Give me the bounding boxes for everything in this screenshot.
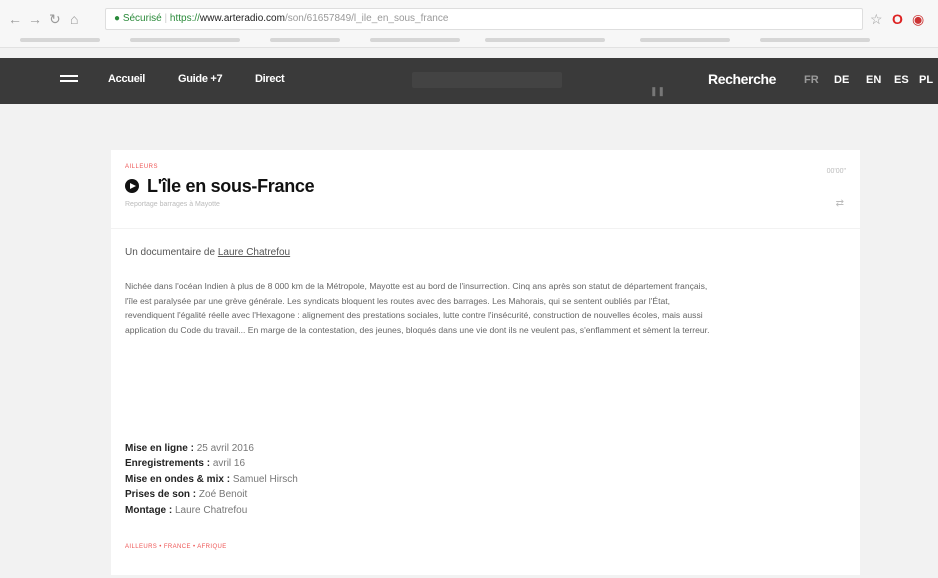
secure-label: Sécurisé <box>122 13 162 24</box>
home-icon[interactable]: ⌂ <box>70 11 78 27</box>
browser-toolbar: ← → ↻ ⌂ ● Sécurisé | https://www.arterad… <box>0 0 938 48</box>
reload-icon[interactable]: ↻ <box>49 11 61 27</box>
article-subtitle: Reportage barrages à Mayotte <box>125 201 220 208</box>
nav-link-direct[interactable]: Direct <box>255 73 285 85</box>
menu-icon[interactable] <box>60 75 78 87</box>
play-icon[interactable] <box>125 179 139 193</box>
bookmarks-bar <box>0 33 938 47</box>
article-header: AILLEURS L'île en sous-France Reportage … <box>111 150 860 228</box>
url-scheme: https:// <box>169 13 200 24</box>
url-host: www.arteradio.com <box>199 13 285 24</box>
extension-icon[interactable]: ◉ <box>912 11 924 27</box>
article-kicker[interactable]: AILLEURS <box>125 164 158 170</box>
lang-es[interactable]: ES <box>894 74 909 86</box>
article-title: L'île en sous-France <box>147 175 315 196</box>
nav-link-guide[interactable]: Guide +7 <box>178 73 223 85</box>
lang-en[interactable]: EN <box>866 74 881 86</box>
article-body: Un documentaire de Laure Chatrefou Niché… <box>111 229 860 575</box>
forward-arrow-icon[interactable]: → <box>28 11 42 27</box>
lang-pl[interactable]: PL <box>919 74 933 86</box>
address-bar[interactable]: ● Sécurisé | https://www.arteradio.com/s… <box>105 8 863 30</box>
credit-row: Enregistrements : avril 16 <box>125 458 246 470</box>
lang-fr[interactable]: FR <box>804 74 819 86</box>
url-path: /son/61657849/l_ile_en_sous_france <box>284 13 449 24</box>
credit-row: Montage : Laure Chatrefou <box>125 504 248 516</box>
title-row: L'île en sous-France <box>125 175 315 197</box>
lang-de[interactable]: DE <box>834 74 849 86</box>
site-nav: Accueil Guide +7 Direct ❚❚ Recherche FR … <box>0 58 938 104</box>
author-prefix: Un documentaire de <box>125 247 218 258</box>
author-line: Un documentaire de Laure Chatrefou <box>125 247 290 258</box>
article-tags[interactable]: AILLEURS • FRANCE • AFRIQUE <box>125 544 227 550</box>
share-icon[interactable]: ⇄ <box>836 198 844 209</box>
article-description: Nichée dans l'océan Indien à plus de 8 0… <box>125 281 710 336</box>
credit-row: Prises de son : Zoé Benoit <box>125 489 248 501</box>
author-link[interactable]: Laure Chatrefou <box>218 247 290 258</box>
search-link[interactable]: Recherche <box>708 71 776 87</box>
credit-row: Mise en ligne : 25 avril 2016 <box>125 443 254 454</box>
lock-icon: ● <box>114 13 121 24</box>
star-icon[interactable]: ☆ <box>870 11 883 27</box>
duration: 00'00" <box>826 168 846 175</box>
back-arrow-icon[interactable]: ← <box>8 11 22 27</box>
nav-link-accueil[interactable]: Accueil <box>108 73 145 85</box>
credits: Mise en ligne : 25 avril 2016 Enregistre… <box>125 441 298 518</box>
credit-row: Mise en ondes & mix : Samuel Hirsch <box>125 473 298 485</box>
opera-icon[interactable]: O <box>892 11 903 27</box>
now-playing-area <box>412 72 562 88</box>
pause-icon[interactable]: ❚❚ <box>650 86 665 97</box>
